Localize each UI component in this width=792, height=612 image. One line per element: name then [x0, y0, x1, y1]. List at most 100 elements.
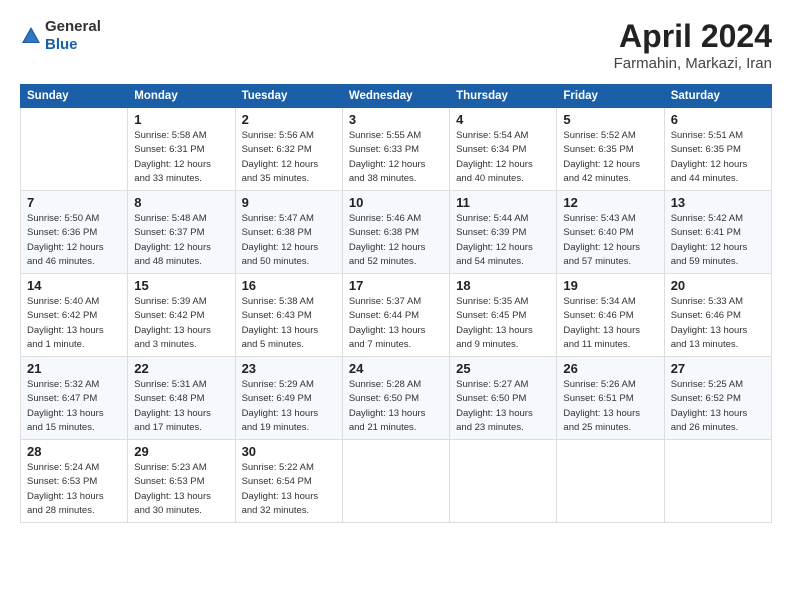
calendar-week-row: 1 Sunrise: 5:58 AMSunset: 6:31 PMDayligh… — [21, 108, 772, 191]
table-row: 8 Sunrise: 5:48 AMSunset: 6:37 PMDayligh… — [128, 191, 235, 274]
calendar-table: Sunday Monday Tuesday Wednesday Thursday… — [20, 84, 772, 523]
table-row: 30 Sunrise: 5:22 AMSunset: 6:54 PMDaylig… — [235, 440, 342, 523]
table-row: 11 Sunrise: 5:44 AMSunset: 6:39 PMDaylig… — [450, 191, 557, 274]
day-info: Sunrise: 5:38 AMSunset: 6:43 PMDaylight:… — [242, 296, 319, 350]
day-number: 12 — [563, 195, 657, 210]
table-row — [342, 440, 449, 523]
table-row: 26 Sunrise: 5:26 AMSunset: 6:51 PMDaylig… — [557, 357, 664, 440]
table-row: 2 Sunrise: 5:56 AMSunset: 6:32 PMDayligh… — [235, 108, 342, 191]
day-info: Sunrise: 5:42 AMSunset: 6:41 PMDaylight:… — [671, 213, 748, 267]
table-row — [21, 108, 128, 191]
table-row: 23 Sunrise: 5:29 AMSunset: 6:49 PMDaylig… — [235, 357, 342, 440]
day-info: Sunrise: 5:43 AMSunset: 6:40 PMDaylight:… — [563, 213, 640, 267]
day-number: 20 — [671, 278, 765, 293]
day-number: 27 — [671, 361, 765, 376]
col-tuesday: Tuesday — [235, 85, 342, 108]
day-info: Sunrise: 5:34 AMSunset: 6:46 PMDaylight:… — [563, 296, 640, 350]
day-info: Sunrise: 5:52 AMSunset: 6:35 PMDaylight:… — [563, 130, 640, 184]
table-row — [664, 440, 771, 523]
day-info: Sunrise: 5:56 AMSunset: 6:32 PMDaylight:… — [242, 130, 319, 184]
day-info: Sunrise: 5:25 AMSunset: 6:52 PMDaylight:… — [671, 379, 748, 433]
table-row: 16 Sunrise: 5:38 AMSunset: 6:43 PMDaylig… — [235, 274, 342, 357]
table-row — [557, 440, 664, 523]
table-row: 13 Sunrise: 5:42 AMSunset: 6:41 PMDaylig… — [664, 191, 771, 274]
day-number: 30 — [242, 444, 336, 459]
col-wednesday: Wednesday — [342, 85, 449, 108]
day-info: Sunrise: 5:54 AMSunset: 6:34 PMDaylight:… — [456, 130, 533, 184]
day-number: 28 — [27, 444, 121, 459]
calendar-week-row: 14 Sunrise: 5:40 AMSunset: 6:42 PMDaylig… — [21, 274, 772, 357]
day-info: Sunrise: 5:51 AMSunset: 6:35 PMDaylight:… — [671, 130, 748, 184]
day-number: 4 — [456, 112, 550, 127]
day-number: 19 — [563, 278, 657, 293]
table-row — [450, 440, 557, 523]
day-info: Sunrise: 5:37 AMSunset: 6:44 PMDaylight:… — [349, 296, 426, 350]
table-row: 6 Sunrise: 5:51 AMSunset: 6:35 PMDayligh… — [664, 108, 771, 191]
table-row: 7 Sunrise: 5:50 AMSunset: 6:36 PMDayligh… — [21, 191, 128, 274]
table-row: 27 Sunrise: 5:25 AMSunset: 6:52 PMDaylig… — [664, 357, 771, 440]
day-number: 1 — [134, 112, 228, 127]
day-number: 18 — [456, 278, 550, 293]
day-info: Sunrise: 5:58 AMSunset: 6:31 PMDaylight:… — [134, 130, 211, 184]
day-number: 14 — [27, 278, 121, 293]
table-row: 17 Sunrise: 5:37 AMSunset: 6:44 PMDaylig… — [342, 274, 449, 357]
logo-icon — [20, 25, 42, 47]
table-row: 14 Sunrise: 5:40 AMSunset: 6:42 PMDaylig… — [21, 274, 128, 357]
day-number: 22 — [134, 361, 228, 376]
calendar-week-row: 7 Sunrise: 5:50 AMSunset: 6:36 PMDayligh… — [21, 191, 772, 274]
day-info: Sunrise: 5:27 AMSunset: 6:50 PMDaylight:… — [456, 379, 533, 433]
col-saturday: Saturday — [664, 85, 771, 108]
calendar-header-row: Sunday Monday Tuesday Wednesday Thursday… — [21, 85, 772, 108]
day-number: 5 — [563, 112, 657, 127]
day-info: Sunrise: 5:39 AMSunset: 6:42 PMDaylight:… — [134, 296, 211, 350]
day-info: Sunrise: 5:24 AMSunset: 6:53 PMDaylight:… — [27, 462, 104, 516]
day-info: Sunrise: 5:33 AMSunset: 6:46 PMDaylight:… — [671, 296, 748, 350]
day-info: Sunrise: 5:35 AMSunset: 6:45 PMDaylight:… — [456, 296, 533, 350]
day-info: Sunrise: 5:28 AMSunset: 6:50 PMDaylight:… — [349, 379, 426, 433]
col-friday: Friday — [557, 85, 664, 108]
day-number: 25 — [456, 361, 550, 376]
day-info: Sunrise: 5:55 AMSunset: 6:33 PMDaylight:… — [349, 130, 426, 184]
table-row: 19 Sunrise: 5:34 AMSunset: 6:46 PMDaylig… — [557, 274, 664, 357]
day-info: Sunrise: 5:29 AMSunset: 6:49 PMDaylight:… — [242, 379, 319, 433]
day-info: Sunrise: 5:26 AMSunset: 6:51 PMDaylight:… — [563, 379, 640, 433]
table-row: 24 Sunrise: 5:28 AMSunset: 6:50 PMDaylig… — [342, 357, 449, 440]
day-number: 15 — [134, 278, 228, 293]
col-thursday: Thursday — [450, 85, 557, 108]
table-row: 1 Sunrise: 5:58 AMSunset: 6:31 PMDayligh… — [128, 108, 235, 191]
logo: General Blue — [20, 18, 101, 54]
day-info: Sunrise: 5:32 AMSunset: 6:47 PMDaylight:… — [27, 379, 104, 433]
day-info: Sunrise: 5:50 AMSunset: 6:36 PMDaylight:… — [27, 213, 104, 267]
table-row: 5 Sunrise: 5:52 AMSunset: 6:35 PMDayligh… — [557, 108, 664, 191]
day-number: 17 — [349, 278, 443, 293]
col-monday: Monday — [128, 85, 235, 108]
title-block: April 2024 Farmahin, Markazi, Iran — [614, 18, 772, 72]
table-row: 21 Sunrise: 5:32 AMSunset: 6:47 PMDaylig… — [21, 357, 128, 440]
day-number: 16 — [242, 278, 336, 293]
day-number: 9 — [242, 195, 336, 210]
header: General Blue April 2024 Farmahin, Markaz… — [20, 18, 772, 72]
subtitle: Farmahin, Markazi, Iran — [614, 55, 772, 72]
table-row: 20 Sunrise: 5:33 AMSunset: 6:46 PMDaylig… — [664, 274, 771, 357]
calendar-week-row: 28 Sunrise: 5:24 AMSunset: 6:53 PMDaylig… — [21, 440, 772, 523]
day-number: 10 — [349, 195, 443, 210]
day-number: 11 — [456, 195, 550, 210]
calendar-body: 1 Sunrise: 5:58 AMSunset: 6:31 PMDayligh… — [21, 108, 772, 523]
day-number: 21 — [27, 361, 121, 376]
day-number: 13 — [671, 195, 765, 210]
table-row: 12 Sunrise: 5:43 AMSunset: 6:40 PMDaylig… — [557, 191, 664, 274]
col-sunday: Sunday — [21, 85, 128, 108]
table-row: 3 Sunrise: 5:55 AMSunset: 6:33 PMDayligh… — [342, 108, 449, 191]
table-row: 9 Sunrise: 5:47 AMSunset: 6:38 PMDayligh… — [235, 191, 342, 274]
day-number: 7 — [27, 195, 121, 210]
day-info: Sunrise: 5:44 AMSunset: 6:39 PMDaylight:… — [456, 213, 533, 267]
day-info: Sunrise: 5:48 AMSunset: 6:37 PMDaylight:… — [134, 213, 211, 267]
day-number: 23 — [242, 361, 336, 376]
table-row: 25 Sunrise: 5:27 AMSunset: 6:50 PMDaylig… — [450, 357, 557, 440]
table-row: 28 Sunrise: 5:24 AMSunset: 6:53 PMDaylig… — [21, 440, 128, 523]
day-info: Sunrise: 5:31 AMSunset: 6:48 PMDaylight:… — [134, 379, 211, 433]
day-info: Sunrise: 5:47 AMSunset: 6:38 PMDaylight:… — [242, 213, 319, 267]
table-row: 4 Sunrise: 5:54 AMSunset: 6:34 PMDayligh… — [450, 108, 557, 191]
table-row: 15 Sunrise: 5:39 AMSunset: 6:42 PMDaylig… — [128, 274, 235, 357]
day-info: Sunrise: 5:23 AMSunset: 6:53 PMDaylight:… — [134, 462, 211, 516]
